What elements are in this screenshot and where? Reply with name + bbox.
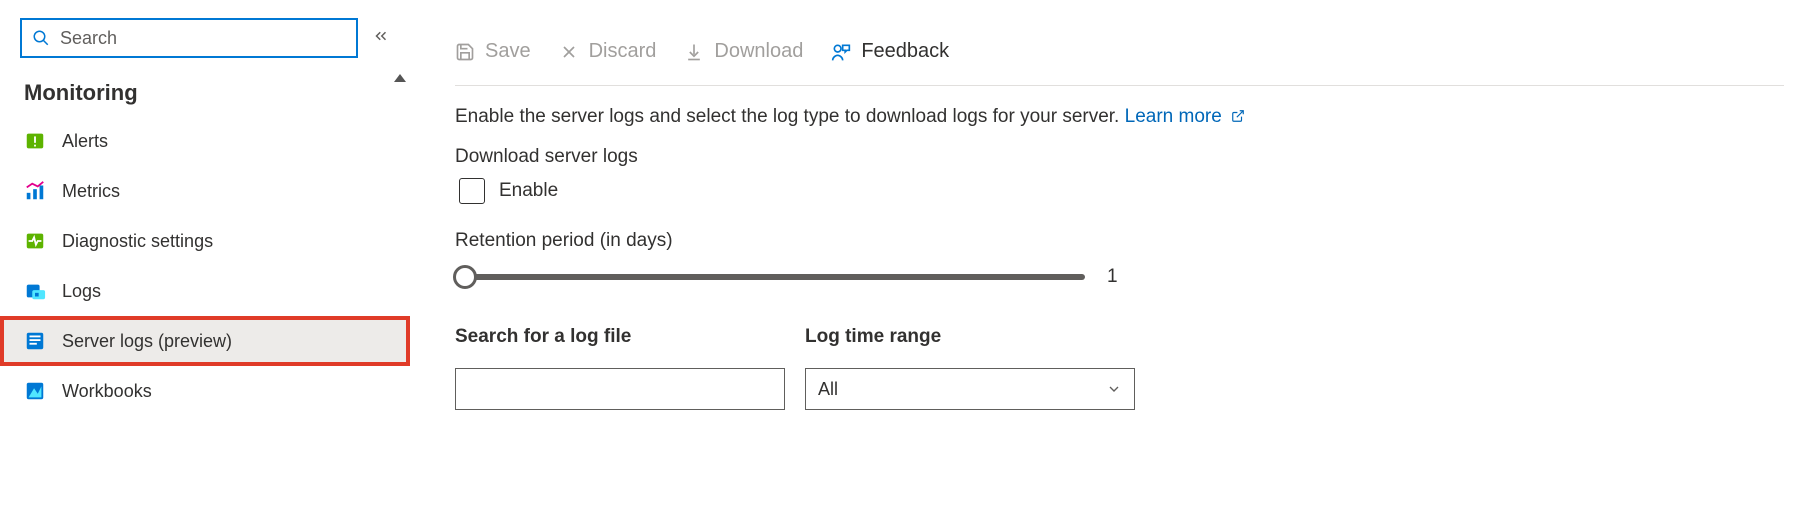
sidebar-item-alerts[interactable]: Alerts [0, 116, 410, 166]
sidebar-item-metrics[interactable]: Metrics [0, 166, 410, 216]
download-server-logs-label: Download server logs [455, 146, 1784, 168]
feedback-button[interactable]: Feedback [831, 40, 949, 63]
sidebar-item-server-logs[interactable]: Server logs (preview) [0, 316, 410, 366]
sidebar-search-box[interactable] [20, 18, 358, 58]
retention-label: Retention period (in days) [455, 230, 1784, 252]
search-log-input[interactable] [455, 368, 785, 410]
sidebar-item-label: Logs [62, 281, 101, 302]
slider-thumb[interactable] [453, 265, 477, 289]
chevron-down-icon [1106, 381, 1122, 397]
workbooks-icon [24, 380, 46, 402]
sidebar-item-label: Metrics [62, 181, 120, 202]
save-icon [455, 42, 475, 62]
chevron-double-left-icon [372, 27, 390, 45]
sidebar-item-label: Alerts [62, 131, 108, 152]
search-log-label: Search for a log file [455, 326, 785, 348]
main-content: Save Discard Download Feedback Enable th… [455, 40, 1784, 410]
select-value: All [818, 379, 838, 400]
sidebar-item-label: Server logs (preview) [62, 331, 232, 352]
discard-icon [559, 42, 579, 62]
save-button[interactable]: Save [455, 40, 531, 63]
retention-value: 1 [1107, 266, 1118, 288]
toolbar-label: Download [714, 40, 803, 63]
toolbar-label: Save [485, 40, 531, 63]
sidebar-item-logs[interactable]: Logs [0, 266, 410, 316]
discard-button[interactable]: Discard [559, 40, 657, 63]
slider-track [455, 274, 1085, 280]
scroll-up-indicator[interactable] [394, 74, 406, 82]
log-time-range-label: Log time range [805, 326, 1135, 348]
learn-more-link[interactable]: Learn more [1125, 106, 1245, 127]
metrics-icon [24, 180, 46, 202]
retention-slider[interactable] [455, 264, 1085, 290]
sidebar-item-workbooks[interactable]: Workbooks [0, 366, 410, 416]
download-icon [684, 42, 704, 62]
log-time-range-select[interactable]: All [805, 368, 1135, 410]
sidebar-section-title: Monitoring [0, 72, 410, 116]
search-icon [32, 29, 50, 47]
diagnostics-icon [24, 230, 46, 252]
server-logs-icon [24, 330, 46, 352]
alerts-icon [24, 130, 46, 152]
toolbar-label: Feedback [861, 40, 949, 63]
sidebar-search-input[interactable] [60, 28, 346, 49]
sidebar-item-label: Diagnostic settings [62, 231, 213, 252]
collapse-sidebar-button[interactable] [372, 27, 390, 50]
sidebar-item-label: Workbooks [62, 381, 152, 402]
page-description: Enable the server logs and select the lo… [455, 86, 1784, 146]
toolbar: Save Discard Download Feedback [455, 40, 1784, 86]
external-link-icon [1226, 106, 1245, 127]
sidebar-item-diagnostic-settings[interactable]: Diagnostic settings [0, 216, 410, 266]
enable-label: Enable [499, 180, 558, 202]
toolbar-label: Discard [589, 40, 657, 63]
feedback-icon [831, 42, 851, 62]
sidebar: Monitoring Alerts Metrics Diagnostic set… [0, 0, 410, 511]
logs-icon [24, 280, 46, 302]
download-button[interactable]: Download [684, 40, 803, 63]
enable-checkbox[interactable] [459, 178, 485, 204]
